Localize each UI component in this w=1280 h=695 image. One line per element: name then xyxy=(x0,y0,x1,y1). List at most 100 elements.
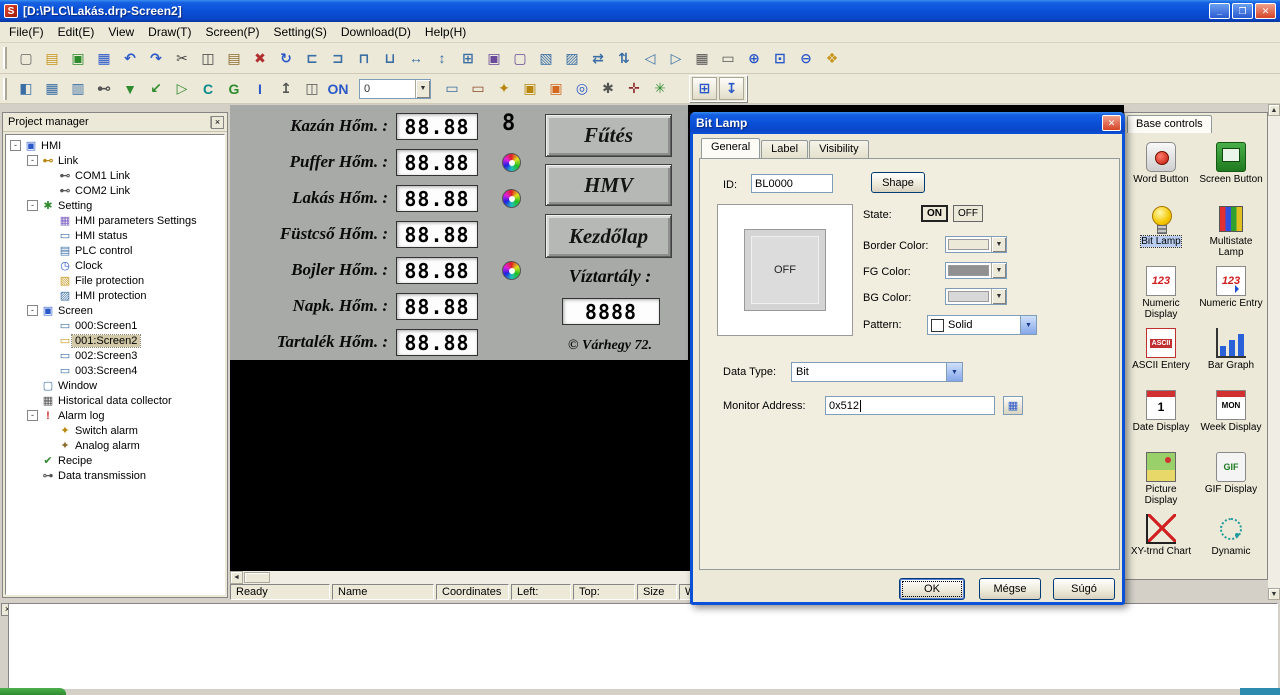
address-keypad-button[interactable]: ▦ xyxy=(1003,396,1023,415)
ungroup-icon[interactable]: ▢ xyxy=(507,46,533,71)
tree-item-recipe[interactable]: ✔ Recipe xyxy=(6,453,224,468)
percent-icon[interactable]: ✳ xyxy=(647,76,673,101)
control-bar-graph[interactable]: Bar Graph xyxy=(1196,325,1266,387)
page-list-icon[interactable]: ◫ xyxy=(299,76,325,101)
dialog-close-button[interactable]: ✕ xyxy=(1102,115,1121,131)
tree-item-com1-link[interactable]: ⊷ COM1 Link xyxy=(6,168,224,183)
close-button[interactable]: ✕ xyxy=(1255,3,1276,19)
hmi-label[interactable]: Lakás Hőm. : xyxy=(230,188,388,208)
align-left-icon[interactable]: ⊏ xyxy=(299,46,325,71)
ok-button[interactable]: OK xyxy=(899,578,965,600)
tree-item-historical-data-collector[interactable]: ▦ Historical data collector xyxy=(6,393,224,408)
tree-item-hmi-parameters[interactable]: ▦ HMI parameters Settings xyxy=(6,213,224,228)
copyright-text[interactable]: © Várhegy 72. xyxy=(540,338,680,354)
unlock-icon[interactable]: ▣ xyxy=(543,76,569,101)
tree-item-clock[interactable]: ◷ Clock xyxy=(6,258,224,273)
collapse-toggle[interactable]: - xyxy=(27,305,38,316)
send-back-icon[interactable]: ▨ xyxy=(559,46,585,71)
new-file-icon[interactable]: ▢ xyxy=(13,46,39,71)
find-icon[interactable]: ◎ xyxy=(569,76,595,101)
cancel-button[interactable]: Mégse xyxy=(979,578,1041,600)
info-icon[interactable]: I xyxy=(247,76,273,101)
tree-item-window[interactable]: ▢ Window xyxy=(6,378,224,393)
bg-color-select[interactable]: ▼ xyxy=(945,288,1007,305)
taskbar-start-fragment[interactable] xyxy=(0,688,66,695)
system-settings-icon[interactable]: ✱ xyxy=(595,76,621,101)
tree-item-data-transmission[interactable]: ⊶ Data transmission xyxy=(6,468,224,483)
color-wheel-object[interactable] xyxy=(502,189,521,208)
shape-button[interactable]: Shape xyxy=(871,172,925,193)
toolbar-grip[interactable] xyxy=(3,77,7,100)
scroll-down-icon[interactable]: ▼ xyxy=(1268,588,1280,600)
hmv-button[interactable]: HMV xyxy=(545,164,672,206)
lock-icon[interactable]: ▣ xyxy=(517,76,543,101)
tank-label[interactable]: Víztartály : xyxy=(545,266,675,287)
grid-icon[interactable]: ▦ xyxy=(689,46,715,71)
state-on-button[interactable]: ON xyxy=(921,205,948,222)
menu-screen[interactable]: Screen(P) xyxy=(198,22,266,42)
control-gif-display[interactable]: GIF GIF Display xyxy=(1196,449,1266,511)
zoom-out-icon[interactable]: ⊖ xyxy=(793,46,819,71)
numeric-display[interactable]: 88.88 xyxy=(396,293,478,320)
tree-item-analog-alarm[interactable]: ✦ Analog alarm xyxy=(6,438,224,453)
numeric-display[interactable]: 88.88 xyxy=(396,149,478,176)
menu-setting[interactable]: Setting(S) xyxy=(267,22,334,42)
tree-item-screen[interactable]: - ▣ Screen xyxy=(6,303,224,318)
numeric-display[interactable]: 88.88 xyxy=(396,185,478,212)
add-screen-icon[interactable]: ▣ xyxy=(65,46,91,71)
build-icon[interactable]: G xyxy=(221,76,247,101)
group-icon[interactable]: ▣ xyxy=(481,46,507,71)
panel-close-icon[interactable]: × xyxy=(211,115,224,129)
zoom-combobox[interactable]: 0 ▼ xyxy=(359,78,431,99)
tree-item-screen2[interactable]: ▭ 001:Screen2 xyxy=(6,333,224,348)
ruler-icon[interactable]: ▭ xyxy=(715,46,741,71)
monitor-address-input[interactable]: 0x512 xyxy=(825,396,995,415)
tree-item-screen1[interactable]: ▭ 000:Screen1 xyxy=(6,318,224,333)
hmi-label[interactable]: Füstcső Hőm. : xyxy=(230,224,388,244)
tree-item-hmi-protection[interactable]: ▨ HMI protection xyxy=(6,288,224,303)
collapse-toggle[interactable]: - xyxy=(10,140,21,151)
minimize-button[interactable]: _ xyxy=(1209,3,1230,19)
pattern-select[interactable]: Solid ▼ xyxy=(927,315,1037,335)
control-xy-trend-chart[interactable]: XY-trnd Chart xyxy=(1126,511,1196,573)
com-connect-icon[interactable]: ⊷ xyxy=(91,76,117,101)
tab-label[interactable]: Label xyxy=(761,140,809,158)
tools-icon[interactable]: ✛ xyxy=(621,76,647,101)
numeric-display[interactable]: 88.88 xyxy=(396,221,478,248)
tree-item-setting[interactable]: - ✱ Setting xyxy=(6,198,224,213)
fg-color-select[interactable]: ▼ xyxy=(945,262,1007,279)
tab-visibility[interactable]: Visibility xyxy=(809,140,869,158)
control-week-display[interactable]: MON Week Display xyxy=(1196,387,1266,449)
dialog-titlebar[interactable]: Bit Lamp ✕ xyxy=(690,112,1125,134)
flip-vertical-icon[interactable]: ▷ xyxy=(663,46,689,71)
upload-icon[interactable]: ↙ xyxy=(143,76,169,101)
scroll-left-icon[interactable]: ◄ xyxy=(230,571,243,584)
menu-view[interactable]: View xyxy=(101,22,141,42)
download-board-icon[interactable]: ↧ xyxy=(719,77,744,100)
tree-item-screen4[interactable]: ▭ 003:Screen4 xyxy=(6,363,224,378)
vertical-scrollbar[interactable]: ▲ ▼ xyxy=(1268,104,1280,600)
align-top-icon[interactable]: ⊓ xyxy=(351,46,377,71)
paste-icon[interactable]: ▤ xyxy=(221,46,247,71)
tree-item-switch-alarm[interactable]: ✦ Switch alarm xyxy=(6,423,224,438)
control-picture-display[interactable]: Picture Display xyxy=(1126,449,1196,511)
control-ascii-entry[interactable]: ASCII ASCII Entery xyxy=(1126,325,1196,387)
control-numeric-display[interactable]: 123 Numeric Display xyxy=(1126,263,1196,325)
screen-properties-icon[interactable]: ◧ xyxy=(13,76,39,101)
align-right-icon[interactable]: ⊐ xyxy=(325,46,351,71)
compile-icon[interactable]: C xyxy=(195,76,221,101)
hmi-label[interactable]: Napk. Hőm. : xyxy=(230,296,388,316)
cascade-windows-icon[interactable]: ▥ xyxy=(65,76,91,101)
pan-icon[interactable]: ❖ xyxy=(819,46,845,71)
control-dynamic[interactable]: Dynamic xyxy=(1196,511,1266,573)
tree-item-alarm-log[interactable]: -! Alarm log xyxy=(6,408,224,423)
export-icon[interactable]: ▷ xyxy=(169,76,195,101)
state-off-button[interactable]: OFF xyxy=(953,205,983,222)
zoom-actual-icon[interactable]: ⊡ xyxy=(767,46,793,71)
numeric-display[interactable]: 88.88 xyxy=(396,257,478,284)
grid-editor-icon[interactable]: ⊞ xyxy=(692,77,717,100)
tank-display[interactable]: 8888 xyxy=(562,298,660,325)
tree-item-file-protection[interactable]: ▧ File protection xyxy=(6,273,224,288)
futes-button[interactable]: Fűtés xyxy=(545,114,672,157)
control-multistate-lamp[interactable]: Multistate Lamp xyxy=(1196,201,1266,263)
